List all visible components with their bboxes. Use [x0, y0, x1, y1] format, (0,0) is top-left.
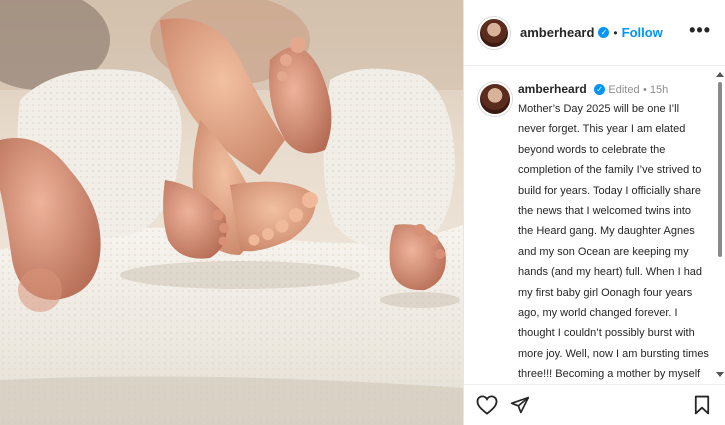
caption-body: amberheard ✓ Edited • 15h Mother’s Day 2… [518, 80, 709, 380]
separator-dot: • [613, 25, 618, 40]
post-sidebar: amberheard ✓ • Follow ••• amberheard ✓ E… [463, 0, 725, 425]
post-timestamp[interactable]: 15h [650, 84, 668, 96]
edited-label: Edited [608, 84, 640, 96]
scroll-thumb[interactable] [718, 82, 722, 257]
post-actions [464, 384, 725, 425]
avatar[interactable] [478, 16, 510, 49]
bookmark-icon[interactable] [694, 395, 710, 420]
comments-scrollbar[interactable] [716, 72, 724, 377]
comments-panel[interactable]: amberheard ✓ Edited • 15h Mother’s Day 2… [464, 70, 725, 380]
heart-icon[interactable] [476, 395, 498, 420]
post-viewer: amberheard ✓ • Follow ••• amberheard ✓ E… [0, 0, 725, 425]
scroll-down-arrow-icon[interactable] [716, 372, 724, 377]
follow-button[interactable]: Follow [622, 25, 663, 40]
post-photo[interactable] [0, 0, 463, 425]
babies-feet-photo [0, 0, 463, 425]
caption-text: Mother’s Day 2025 will be one I’ll never… [518, 103, 709, 380]
header-username[interactable]: amberheard [520, 25, 594, 40]
caption-username[interactable]: amberheard [518, 82, 587, 96]
caption: amberheard ✓ Edited • 15h Mother’s Day 2… [478, 80, 709, 380]
scroll-up-arrow-icon[interactable] [716, 72, 724, 77]
verified-badge-icon: ✓ [598, 27, 610, 38]
post-header: amberheard ✓ • Follow ••• [464, 0, 725, 66]
separator-dot: • [642, 84, 650, 96]
caption-avatar[interactable] [478, 82, 512, 116]
paper-plane-icon[interactable] [510, 395, 530, 420]
verified-badge-icon: ✓ [594, 84, 606, 96]
caption-meta: amberheard ✓ Edited • 15h [518, 80, 709, 99]
more-options-icon[interactable]: ••• [689, 21, 711, 39]
